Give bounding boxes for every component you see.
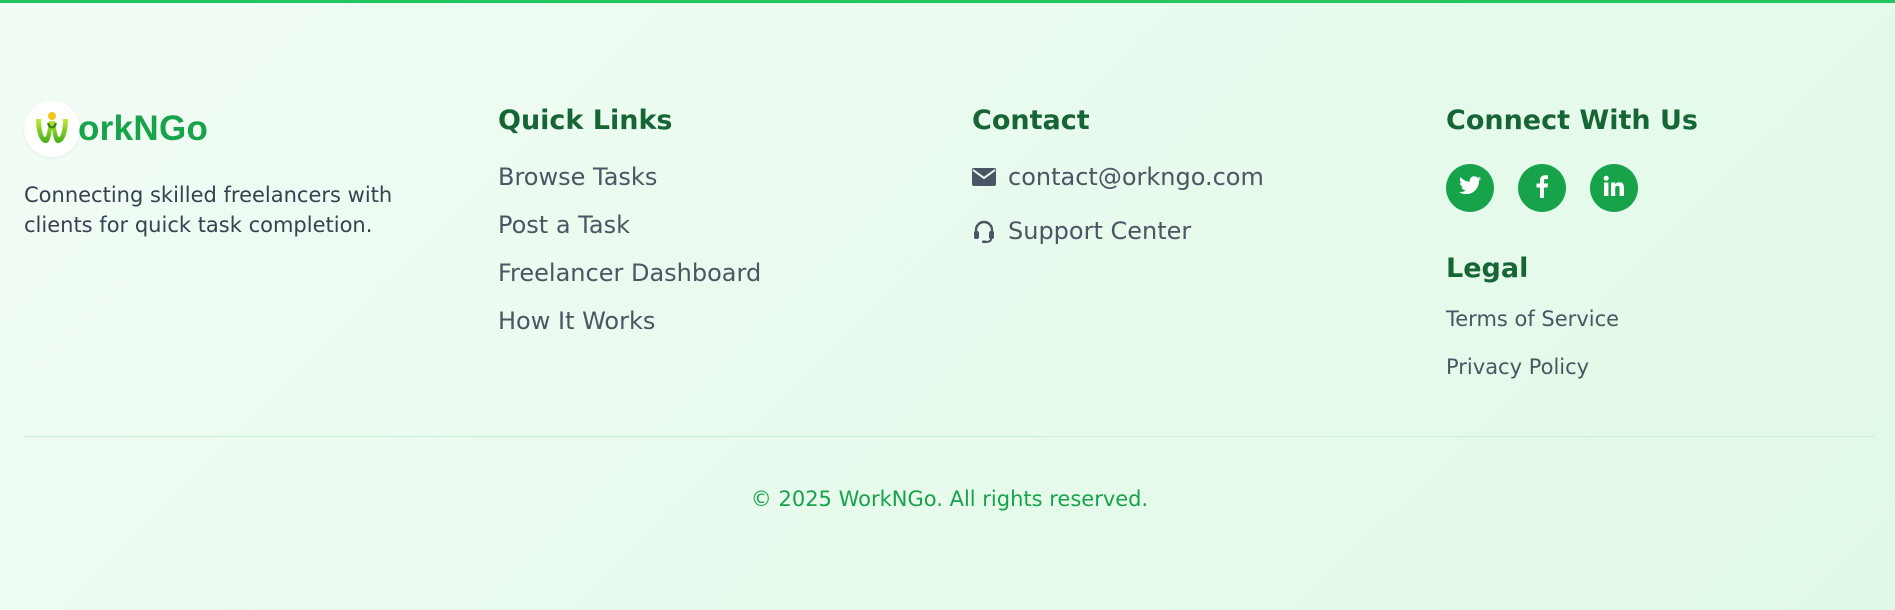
support-center-text: Support Center (1008, 217, 1192, 245)
legal-heading: Legal (1446, 253, 1529, 284)
quick-links-heading: Quick Links (498, 105, 673, 136)
linkedin-button[interactable] (1590, 164, 1638, 212)
twitter-button[interactable] (1446, 164, 1494, 212)
facebook-icon (1535, 174, 1549, 202)
link-privacy-policy[interactable]: Privacy Policy (1446, 353, 1866, 381)
link-post-a-task[interactable]: Post a Task (498, 210, 918, 240)
copyright-text: © 2025 WorkNGo. All rights reserved. (750, 487, 1149, 511)
brand-name: orkNGo (78, 109, 209, 148)
linkedin-icon (1603, 175, 1625, 201)
connect-heading: Connect With Us (1446, 105, 1698, 136)
legal-links-list: Terms of Service Privacy Policy (1446, 305, 1866, 381)
worker-w-logo-icon (24, 101, 80, 157)
support-center-link[interactable]: Support Center (972, 216, 1392, 246)
contact-email-link[interactable]: contact@orkngo.com (972, 162, 1392, 192)
connect-column: Connect With Us Legal Terms of Service P… (1446, 100, 1866, 401)
link-how-it-works[interactable]: How It Works (498, 306, 918, 336)
contact-heading: Contact (972, 105, 1090, 136)
brand-logo-link[interactable]: orkNGo (24, 100, 444, 158)
brand-description: Connecting skilled freelancers with clie… (24, 183, 393, 237)
envelope-icon (972, 165, 996, 189)
social-links (1446, 164, 1866, 212)
link-browse-tasks[interactable]: Browse Tasks (498, 162, 918, 192)
contact-email-text: contact@orkngo.com (1008, 163, 1264, 191)
quick-links-column: Quick Links Browse Tasks Post a Task Fre… (498, 100, 918, 354)
site-footer: orkNGo Connecting skilled freelancers wi… (24, 0, 1875, 610)
contact-column: Contact contact@orkngo.com Support Cente… (972, 100, 1392, 246)
footer-divider (24, 436, 1875, 437)
headset-icon (972, 219, 996, 243)
link-freelancer-dashboard[interactable]: Freelancer Dashboard (498, 258, 918, 288)
twitter-icon (1458, 176, 1482, 200)
link-terms-of-service[interactable]: Terms of Service (1446, 305, 1866, 333)
facebook-button[interactable] (1518, 164, 1566, 212)
brand-column: orkNGo Connecting skilled freelancers wi… (24, 100, 444, 240)
quick-links-list: Browse Tasks Post a Task Freelancer Dash… (498, 162, 918, 336)
